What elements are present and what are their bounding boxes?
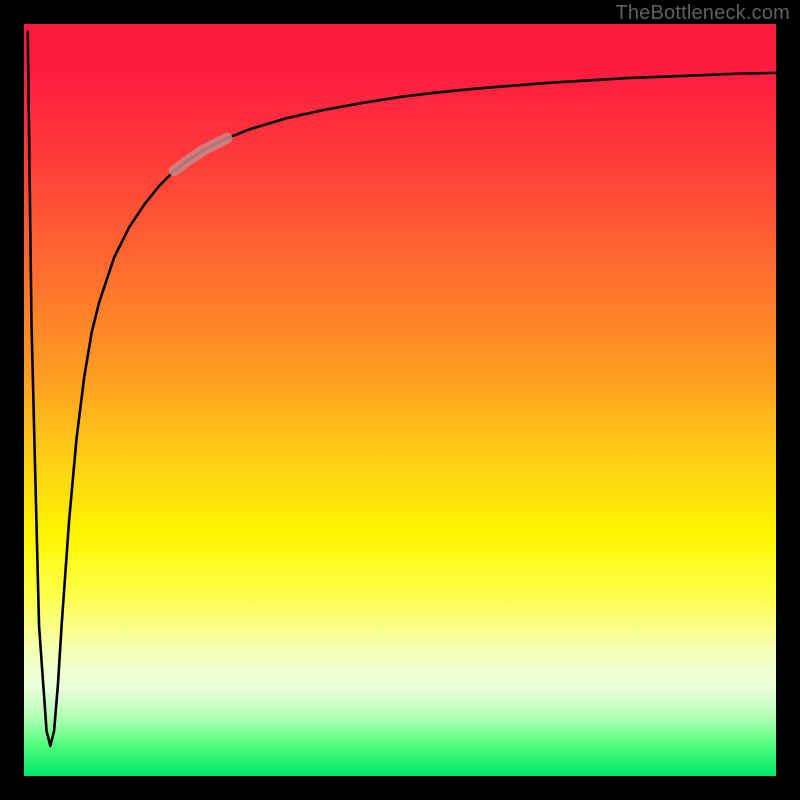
curve-highlight	[174, 138, 227, 170]
plot-area	[24, 24, 776, 776]
bottleneck-curve	[24, 24, 776, 776]
chart-frame: TheBottleneck.com	[0, 0, 800, 800]
attribution-text: TheBottleneck.com	[615, 2, 790, 25]
curve-path	[28, 32, 776, 746]
